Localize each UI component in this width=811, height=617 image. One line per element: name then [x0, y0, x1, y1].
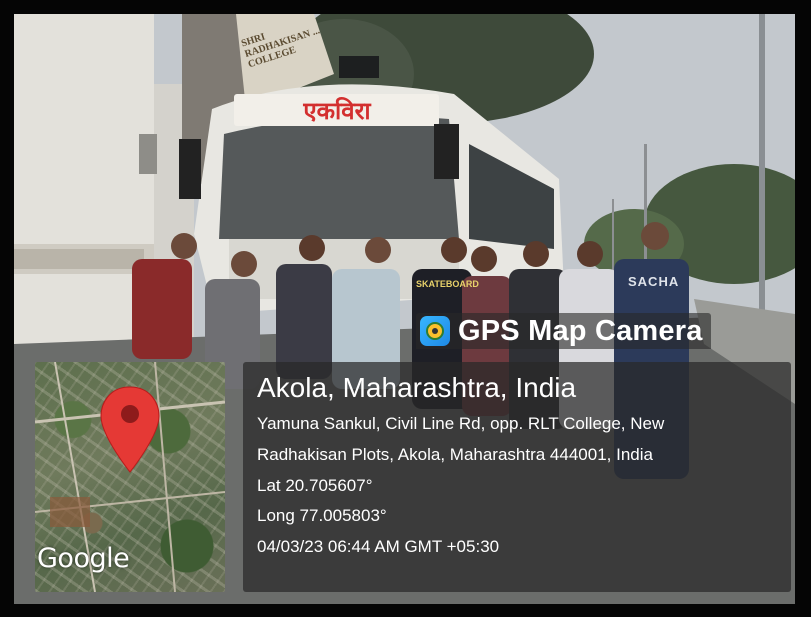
address-line-2: Radhakisan Plots, Akola, Maharashtra 444…: [257, 445, 653, 464]
longitude: Long 77.005803°: [257, 506, 387, 525]
map-thumbnail: Google: [35, 362, 225, 592]
location-city: Akola, Maharashtra, India: [257, 372, 577, 403]
latitude: Lat 20.705607°: [257, 476, 373, 495]
datetime: 04/03/23 06:44 AM GMT +05:30: [257, 537, 500, 556]
street-pole: [759, 14, 765, 314]
gps-map-camera-app-icon: [420, 316, 450, 346]
bus-destination-sign: एकविरा: [303, 97, 371, 125]
bus-roof-unit: [339, 56, 379, 78]
address-line-1: Yamuna Sankul, Civil Line Rd, opp. RLT C…: [257, 414, 665, 433]
bus-mirror: [434, 124, 459, 179]
photo-frame: एकविरा SHRI RADHAKISAN ... COLLEGE SKATE…: [0, 0, 811, 617]
window: [139, 134, 157, 174]
shirt-print-text-2: SACHA: [628, 274, 680, 289]
map-pin-icon: [100, 386, 160, 473]
app-name: GPS Map Camera: [458, 314, 703, 347]
bus-mirror: [179, 139, 201, 199]
balcony-grill: [14, 249, 144, 269]
street-pole: [612, 199, 614, 279]
gps-map-camera-header: GPS Map Camera: [416, 313, 711, 349]
shirt-print-text: SKATEBOARD: [416, 279, 479, 289]
google-logo: Google: [37, 543, 130, 574]
bus-windshield: [219, 116, 459, 239]
